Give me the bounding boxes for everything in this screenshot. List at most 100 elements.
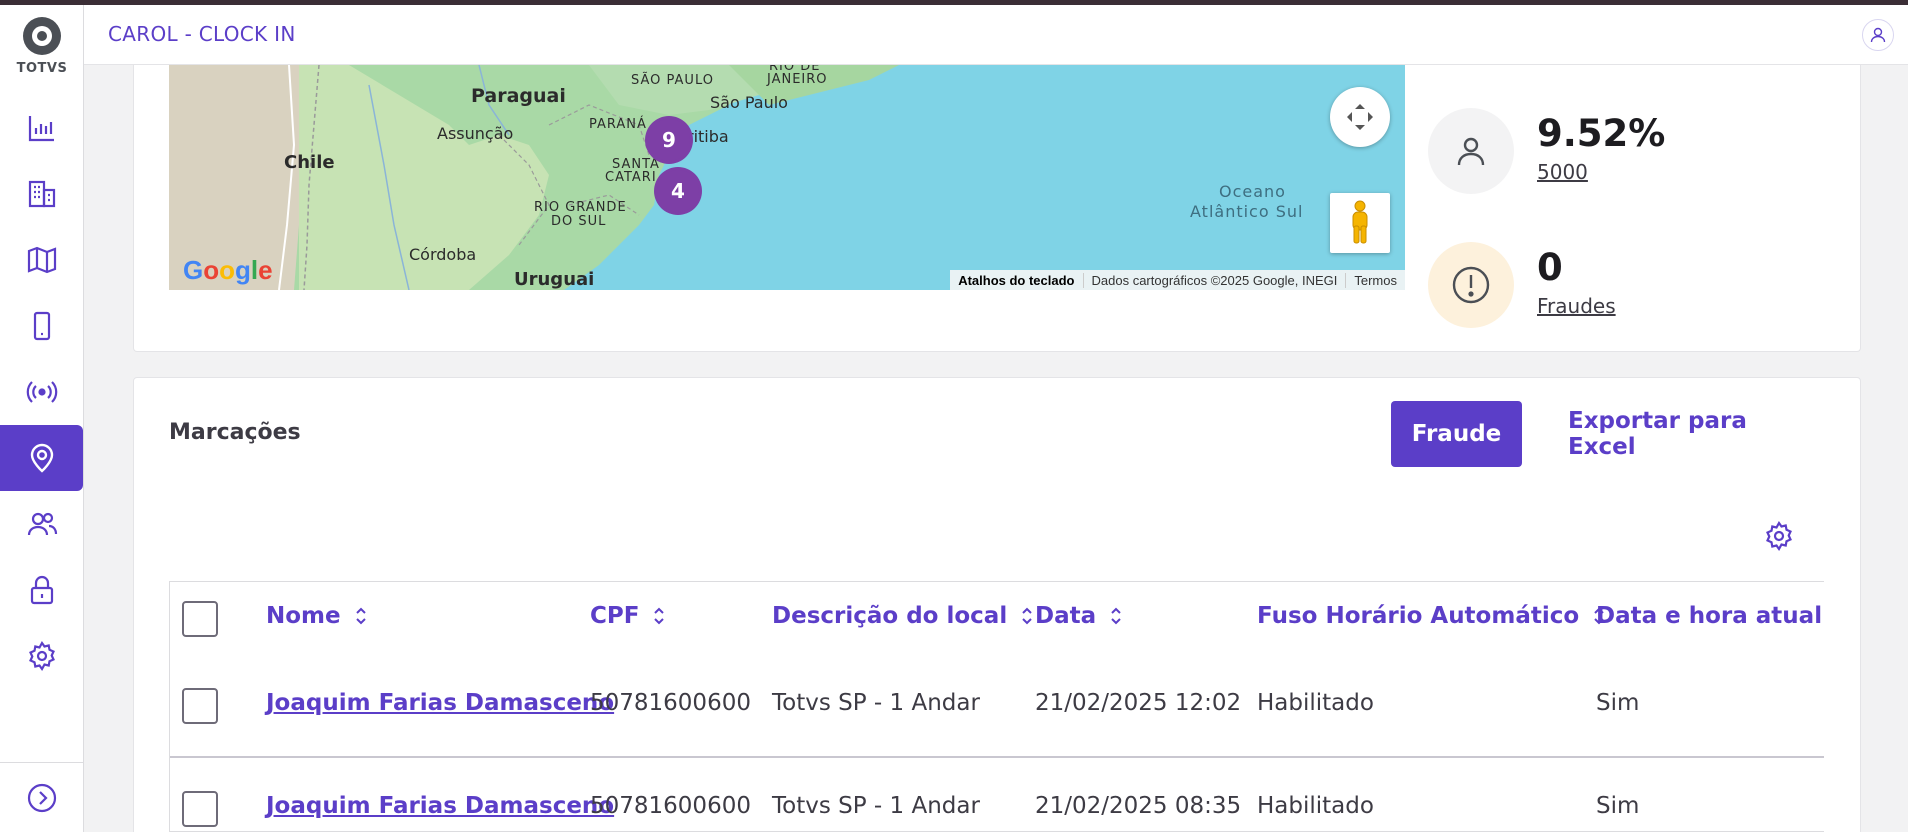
sidebar-expand-button[interactable]: [0, 762, 83, 832]
keyboard-shortcuts-link[interactable]: Atalhos do teclado: [950, 273, 1082, 288]
fraud-button[interactable]: Fraude: [1391, 401, 1522, 467]
sidebar-item-broadcast[interactable]: [0, 359, 83, 425]
sort-icon: [654, 607, 665, 625]
street-view-pegman[interactable]: [1330, 193, 1390, 253]
column-header-data[interactable]: Data: [1035, 603, 1122, 629]
map-label-sao-paulo-city: São Paulo: [710, 93, 788, 112]
google-logo: Google: [183, 255, 273, 285]
map-label-oceano-2: Atlântico Sul: [1190, 202, 1304, 221]
sidebar-item-map[interactable]: [0, 227, 83, 293]
map-label-oceano-1: Oceano: [1219, 182, 1286, 201]
chart-bar-icon: [28, 116, 54, 142]
map-label-chile: Chile: [284, 152, 335, 173]
sidebar-item-locations[interactable]: [0, 425, 83, 491]
stat-fraudes: 0 Fraudes: [1428, 242, 1728, 328]
sidebar-item-dashboard[interactable]: [0, 95, 83, 161]
export-excel-button[interactable]: Exportar para Excel: [1568, 401, 1798, 467]
column-label: Data e hora atualiza: [1596, 603, 1824, 629]
map-label-assuncao: Assunção: [437, 124, 514, 143]
stat-person-container: [1428, 108, 1514, 194]
users-icon: [27, 512, 57, 536]
section-title: Marcações: [169, 420, 301, 445]
row-cpf: 50781600600: [590, 690, 751, 716]
row-checkbox[interactable]: [182, 791, 218, 827]
map-view[interactable]: Paraguai SÃO PAULO RIO DE JANEIRO São Pa…: [169, 65, 1405, 290]
row-data: 21/02/2025 12:02: [1035, 690, 1242, 716]
map-data-credit: Dados cartográficos ©2025 Google, INEGI: [1082, 272, 1346, 288]
map-attribution: Atalhos do teclado Dados cartográficos ©…: [950, 270, 1405, 290]
building-icon: [28, 180, 55, 208]
map-cluster-marker[interactable]: 9: [645, 116, 693, 164]
totvs-logo[interactable]: TOTVS: [0, 17, 84, 76]
select-all-checkbox[interactable]: [182, 601, 218, 637]
sidebar-item-security[interactable]: [0, 557, 83, 623]
sidebar: TOTVS: [0, 5, 84, 832]
gear-icon: [1766, 520, 1792, 552]
row-checkbox[interactable]: [182, 688, 218, 724]
column-header-cpf[interactable]: CPF: [590, 603, 665, 629]
map-label-uruguai: Uruguai: [514, 269, 595, 290]
map-label-curitiba: ritiba: [687, 127, 729, 146]
row-data: 21/02/2025 08:35: [1035, 793, 1242, 819]
column-label: Data: [1035, 603, 1097, 629]
column-header-fuso[interactable]: Fuso Horário Automático: [1257, 603, 1605, 629]
column-label: Fuso Horário Automático: [1257, 603, 1580, 629]
user-icon: [1870, 27, 1886, 43]
map-icon: [27, 246, 56, 274]
row-atualizada: Sim: [1596, 690, 1640, 716]
row-local: Totvs SP - 1 Andar: [772, 793, 980, 819]
column-label: CPF: [590, 603, 640, 629]
map-label-rio-grande-1: RIO GRANDE: [534, 200, 627, 215]
column-header-atualizada[interactable]: Data e hora atualiza: [1596, 603, 1824, 629]
mobile-device-icon: [33, 311, 50, 341]
column-label: Descrição do local: [772, 603, 1008, 629]
row-fuso: Habilitado: [1257, 690, 1374, 716]
sort-icon: [1022, 607, 1032, 625]
map-label-parana: PARANÁ: [589, 117, 647, 132]
row-name-link[interactable]: Joaquim Farias Damasceno: [266, 793, 614, 819]
gear-icon: [28, 640, 55, 672]
stat-alert-container: [1428, 242, 1514, 328]
stat-link[interactable]: 5000: [1537, 160, 1588, 184]
sort-icon: [1111, 607, 1121, 625]
stat-value: 0: [1537, 246, 1563, 289]
map-label-catarina: CATARI: [605, 170, 657, 185]
sidebar-item-devices[interactable]: [0, 293, 83, 359]
sidebar-item-users[interactable]: [0, 491, 83, 557]
stat-percentage: 9.52% 5000: [1428, 108, 1728, 194]
stat-link[interactable]: Fraudes: [1537, 294, 1616, 318]
pegman-icon: [1352, 200, 1368, 244]
logo-text: TOTVS: [16, 61, 68, 76]
sort-icon: [355, 607, 366, 625]
top-header: CAROL - CLOCK IN: [84, 5, 1908, 65]
row-divider: [170, 756, 1824, 758]
person-icon: [1457, 137, 1485, 166]
sidebar-item-settings[interactable]: [0, 623, 83, 689]
row-local: Totvs SP - 1 Andar: [772, 690, 980, 716]
column-header-local[interactable]: Descrição do local: [772, 603, 1033, 629]
stat-value: 9.52%: [1537, 112, 1666, 155]
table-settings-button[interactable]: [1761, 518, 1797, 554]
row-atualizada: Sim: [1596, 793, 1640, 819]
map-pin-icon: [30, 443, 53, 473]
column-header-nome[interactable]: Nome: [266, 603, 367, 629]
map-label-sao-paulo-state: SÃO PAULO: [631, 73, 714, 88]
map-cluster-marker[interactable]: 4: [654, 167, 702, 215]
map-label-rio-grande-2: DO SUL: [551, 214, 607, 229]
user-menu-button[interactable]: [1862, 19, 1894, 51]
alert-circle-icon: [1452, 266, 1490, 304]
row-name-link[interactable]: Joaquim Farias Damasceno: [266, 690, 614, 716]
totvs-logo-icon: [23, 17, 61, 55]
fullscreen-button[interactable]: [1330, 87, 1390, 147]
app-title: CAROL - CLOCK IN: [108, 22, 296, 46]
column-label: Nome: [266, 603, 341, 629]
terms-link[interactable]: Termos: [1345, 272, 1405, 288]
fullscreen-icon: [1347, 104, 1373, 130]
row-cpf: 50781600600: [590, 793, 751, 819]
row-fuso: Habilitado: [1257, 793, 1374, 819]
map-label-paraguai: Paraguai: [471, 85, 566, 107]
chevron-right-circle-icon: [27, 783, 56, 812]
sidebar-item-companies[interactable]: [0, 161, 83, 227]
broadcast-icon: [26, 381, 57, 403]
map-label-rio-de-janeiro-2: JANEIRO: [767, 72, 828, 87]
